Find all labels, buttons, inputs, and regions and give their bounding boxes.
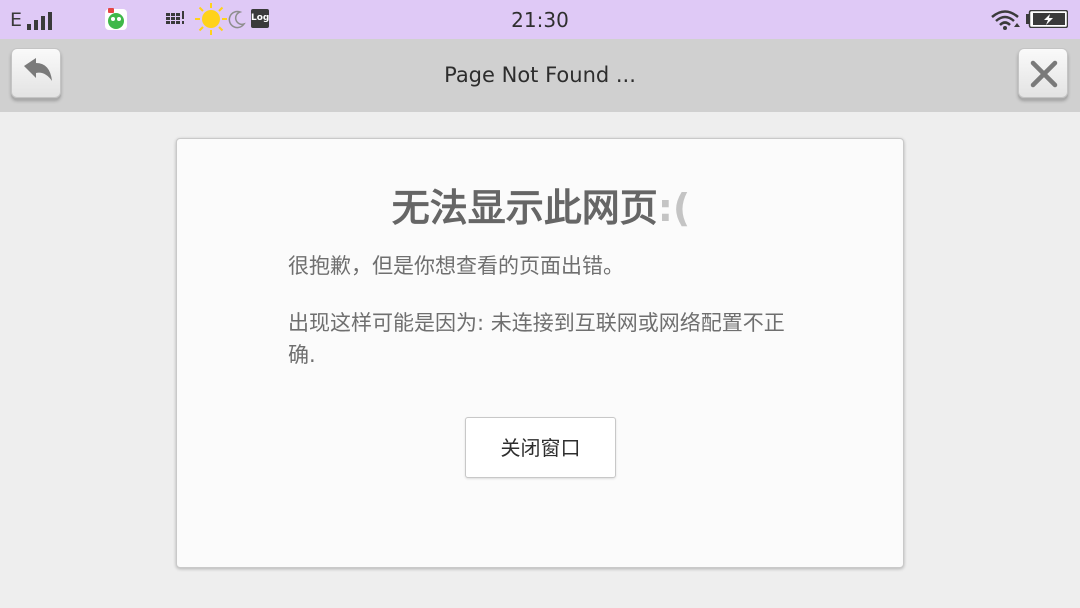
browser-toolbar: Page Not Found ... xyxy=(0,39,1080,112)
error-dialog: 无法显示此网页:( 很抱歉，但是你想查看的页面出错。 出现这样可能是因为: 未连… xyxy=(176,138,904,568)
close-button[interactable] xyxy=(1018,48,1068,98)
error-message: 很抱歉，但是你想查看的页面出错。 xyxy=(288,254,624,278)
error-title: 无法显示此网页:( xyxy=(177,177,905,232)
page-title: Page Not Found ... xyxy=(444,63,636,87)
battery-charging-icon xyxy=(1026,10,1068,28)
keyboard-icon xyxy=(166,11,184,24)
moon-icon xyxy=(228,10,246,29)
back-arrow-icon xyxy=(24,58,52,81)
sad-emoticon: :( xyxy=(657,186,691,230)
wifi-icon xyxy=(991,10,1020,30)
error-title-text: 无法显示此网页 xyxy=(391,186,658,230)
clock: 21:30 xyxy=(511,8,569,32)
error-reason: 出现这样可能是因为: 未连接到互联网或网络配置不正确. xyxy=(288,311,785,367)
app-notification-icon xyxy=(105,8,127,30)
signal-icon xyxy=(27,11,61,30)
back-button[interactable] xyxy=(11,48,61,98)
close-window-button[interactable]: 关闭窗口 xyxy=(465,417,616,478)
status-bar: E Log 21:30 xyxy=(0,0,1080,39)
network-type-label: E xyxy=(10,9,23,31)
log-icon: Log xyxy=(251,9,269,28)
close-icon xyxy=(1030,60,1058,88)
weather-sun-icon xyxy=(195,3,227,35)
